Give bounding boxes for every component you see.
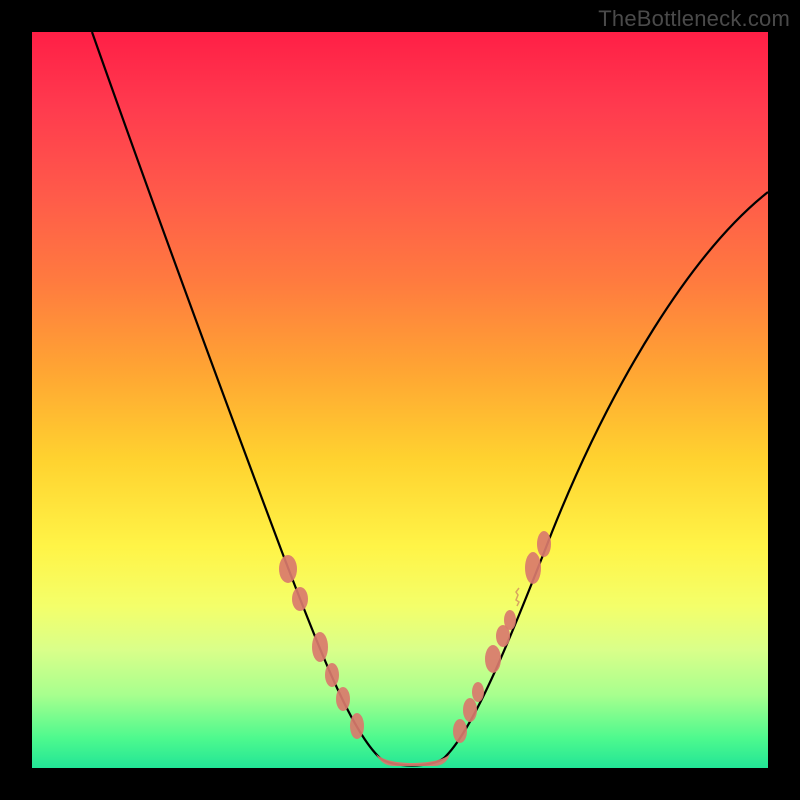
- watermark-text: TheBottleneck.com: [598, 6, 790, 32]
- plot-area: [32, 32, 768, 768]
- chart-frame: TheBottleneck.com: [0, 0, 800, 800]
- valley-floor-marker: [376, 754, 450, 766]
- right-branch-markers: [453, 531, 551, 743]
- curve-path: [92, 32, 768, 766]
- bottleneck-curve: [32, 32, 768, 768]
- left-branch-markers: [279, 555, 364, 739]
- right-branch-jitter: [516, 588, 519, 606]
